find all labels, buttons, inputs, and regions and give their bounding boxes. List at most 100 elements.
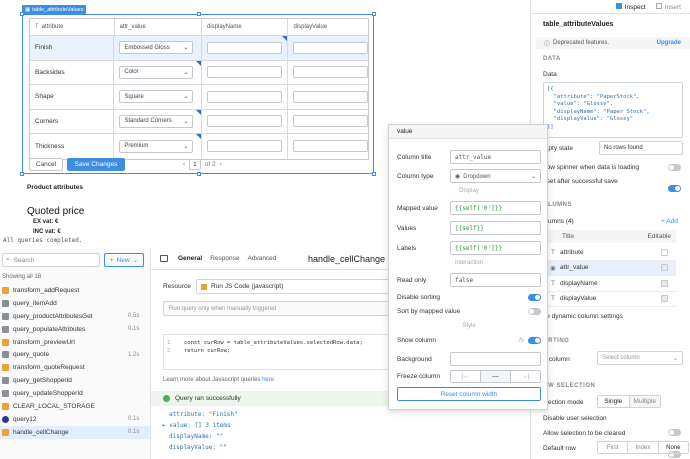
save-changes-button[interactable]: Save Changes bbox=[67, 157, 125, 171]
query-list-item[interactable]: query_updateShopperId bbox=[0, 387, 150, 400]
mapped-value-input[interactable]: {{self['0']}} bbox=[450, 201, 541, 215]
chevron-left-icon[interactable]: ‹ bbox=[183, 161, 185, 168]
labels-input[interactable]: {{self['0']}} bbox=[450, 241, 541, 255]
query-list-item[interactable]: query_productAttributesGet 0.5s bbox=[0, 310, 150, 323]
show-column-toggle[interactable] bbox=[528, 337, 541, 344]
query-list-item[interactable]: handle_cellChange 0.1s bbox=[0, 425, 150, 439]
row-selection-section-header[interactable]: OW SELECTION bbox=[543, 383, 595, 389]
display-name-input[interactable] bbox=[206, 115, 282, 128]
resize-handle[interactable] bbox=[372, 172, 376, 176]
read-only-input[interactable]: false bbox=[450, 273, 541, 287]
display-value-input[interactable] bbox=[293, 115, 368, 128]
component-name[interactable]: table_attributeValues bbox=[543, 21, 613, 28]
freeze-left-icon[interactable]: |← bbox=[451, 371, 481, 382]
data-editor[interactable]: [{ "attribute": "PaperStock", "value": "… bbox=[543, 82, 683, 138]
display-name-input[interactable] bbox=[206, 41, 282, 54]
query-list-item[interactable]: query_quote 1.2s bbox=[0, 348, 150, 361]
editable-checkbox[interactable] bbox=[661, 295, 668, 303]
column-title-input[interactable]: attr_value bbox=[450, 150, 541, 164]
values-input[interactable]: {{self}} bbox=[450, 221, 541, 235]
column-list-item[interactable]: ⋮Tattribute bbox=[536, 245, 676, 261]
column-header[interactable]: displayName bbox=[202, 19, 289, 35]
query-list-item[interactable]: CLEAR_LOCAL_STORAGE bbox=[0, 400, 150, 413]
column-list-item[interactable]: ⋮TdisplayValue bbox=[536, 292, 676, 307]
editable-checkbox[interactable] bbox=[661, 248, 668, 256]
reset-after-toggle[interactable] bbox=[668, 185, 681, 192]
sort-column-select[interactable]: Select column ⌄ bbox=[597, 351, 683, 365]
query-list-item[interactable]: query_itemAdd bbox=[0, 297, 150, 310]
component-tag[interactable]: ▦ table_attributeValues bbox=[22, 5, 87, 14]
page-input[interactable]: 1 bbox=[189, 158, 201, 170]
display-value-input[interactable] bbox=[293, 66, 368, 79]
query-list-item[interactable]: query_getShopperId bbox=[0, 374, 150, 387]
resize-handle[interactable] bbox=[20, 172, 24, 176]
add-column-button[interactable]: + Add bbox=[661, 218, 678, 225]
tab-insert[interactable]: Insert bbox=[655, 2, 681, 11]
tab-inspect[interactable]: Inspect bbox=[615, 2, 646, 11]
first-option[interactable]: First bbox=[598, 442, 629, 453]
column-header[interactable]: attr_value bbox=[115, 19, 202, 35]
tab-response[interactable]: Response bbox=[210, 255, 239, 262]
column-header[interactable]: Tattribute bbox=[30, 19, 115, 35]
multiple-option[interactable]: Multiple bbox=[629, 396, 660, 407]
query-list-item[interactable]: query_populateAttributes 0.1s bbox=[0, 323, 150, 336]
query-list-item[interactable]: query12 0.1s bbox=[0, 413, 150, 426]
disable-sorting-toggle[interactable] bbox=[528, 294, 541, 301]
query-list-item[interactable]: transform_previewUrl bbox=[0, 336, 150, 349]
empty-state-input[interactable]: No rows found bbox=[599, 141, 683, 155]
index-option[interactable]: Index bbox=[628, 442, 659, 453]
display-value-input[interactable] bbox=[293, 140, 368, 153]
attr-value-dropdown[interactable]: Standard Corners ⌄ bbox=[119, 114, 194, 128]
query-title[interactable]: handle_cellChange bbox=[308, 254, 385, 264]
query-list-item[interactable]: transform_quoteRequest bbox=[0, 361, 150, 374]
column-type-select[interactable]: ◉ Dropdown ⌄ bbox=[450, 169, 541, 183]
display-name-input[interactable] bbox=[206, 140, 282, 153]
tab-general[interactable]: General bbox=[178, 255, 202, 262]
sidebar-toggle-icon[interactable] bbox=[160, 255, 168, 262]
new-query-button[interactable]: + New ⌄ bbox=[104, 253, 144, 267]
tab-advanced[interactable]: Advanced bbox=[248, 255, 277, 262]
table-selection-frame[interactable]: Tattribute attr_value displayName displa… bbox=[20, 12, 376, 176]
learn-more-link[interactable]: here bbox=[262, 377, 274, 383]
upgrade-link[interactable]: Upgrade bbox=[657, 40, 681, 46]
display-name-input[interactable] bbox=[206, 66, 282, 79]
search-input[interactable]: ⌕ Search bbox=[2, 253, 100, 267]
resize-handle[interactable] bbox=[197, 172, 201, 176]
table-row[interactable]: Backsides Color ⌄ bbox=[30, 60, 368, 85]
data-section-header[interactable]: DATA bbox=[543, 56, 561, 62]
display-value-input[interactable] bbox=[293, 41, 368, 54]
resize-handle[interactable] bbox=[197, 12, 201, 16]
attr-value-dropdown[interactable]: Premium ⌄ bbox=[119, 139, 194, 153]
display-value-input[interactable] bbox=[293, 90, 368, 103]
attr-value-dropdown[interactable]: Color ⌄ bbox=[119, 65, 194, 79]
column-list-item[interactable]: ⋮◉attr_value bbox=[536, 260, 676, 276]
resource-select[interactable]: Run JS Code (javascript) bbox=[196, 279, 391, 294]
chevron-right-icon[interactable]: › bbox=[220, 161, 222, 168]
attr-value-dropdown[interactable]: Embossed Gloss ⌄ bbox=[119, 41, 194, 55]
cancel-button[interactable]: Cancel bbox=[29, 157, 63, 171]
resize-handle[interactable] bbox=[372, 12, 376, 16]
attr-value-dropdown[interactable]: Square ⌄ bbox=[119, 90, 194, 104]
display-name-input[interactable] bbox=[206, 90, 282, 103]
freeze-none-icon[interactable]: — bbox=[481, 371, 511, 382]
single-option[interactable]: Single bbox=[598, 396, 630, 407]
table-row[interactable]: Finish Embossed Gloss ⌄ bbox=[30, 36, 368, 61]
column-list-item[interactable]: ⋮TdisplayName bbox=[536, 276, 676, 292]
table-row[interactable]: Thickness Premium ⌄ bbox=[30, 134, 368, 159]
none-option[interactable]: None bbox=[659, 442, 688, 453]
query-list-item[interactable]: transform_addRequest bbox=[0, 284, 150, 297]
editable-checkbox[interactable] bbox=[661, 279, 668, 287]
resize-handle[interactable] bbox=[20, 12, 24, 16]
sort-mapped-toggle[interactable] bbox=[528, 308, 541, 315]
table-row[interactable]: Corners Standard Corners ⌄ bbox=[30, 109, 368, 134]
fx-icon[interactable]: fx bbox=[519, 337, 524, 344]
code-editor[interactable]: 12 const curRow = table_attributeValues.… bbox=[163, 334, 391, 370]
editable-checkbox[interactable] bbox=[661, 264, 668, 272]
table-row[interactable]: Shape Square ⌄ bbox=[30, 85, 368, 110]
background-input[interactable] bbox=[450, 352, 541, 366]
freeze-right-icon[interactable]: →| bbox=[511, 371, 540, 382]
spinner-toggle[interactable] bbox=[668, 164, 681, 171]
trigger-select[interactable]: Run query only when manually triggered bbox=[163, 301, 391, 316]
reset-column-width-button[interactable]: Reset column width bbox=[397, 387, 541, 401]
column-header[interactable]: displayValue bbox=[288, 19, 368, 35]
